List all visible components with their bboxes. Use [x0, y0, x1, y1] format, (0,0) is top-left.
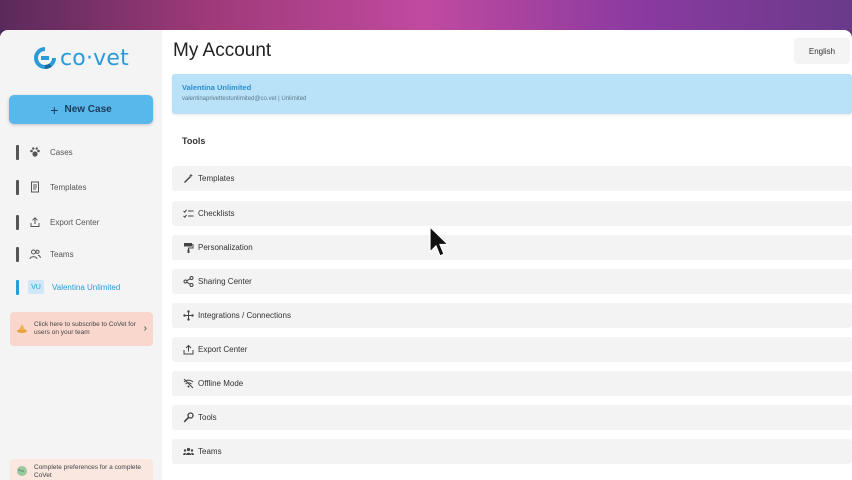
- account-card[interactable]: Valentina Unlimited valentinaprivettestu…: [172, 74, 852, 114]
- paw-icon: [28, 145, 42, 159]
- lamp-icon: [16, 322, 28, 337]
- desktop-background: [0, 0, 852, 30]
- tool-row-teams[interactable]: Teams: [172, 439, 852, 464]
- preferences-promo[interactable]: Complete preferences for a complete CoVe…: [10, 459, 153, 480]
- sidebar-item-account[interactable]: VU Valentina Unlimited: [16, 278, 156, 296]
- subscribe-promo[interactable]: Click here to subscribe to CoVet for use…: [10, 312, 153, 346]
- tool-row-integrations[interactable]: Integrations / Connections: [172, 303, 852, 328]
- tool-label: Sharing Center: [198, 277, 252, 286]
- tool-row-sharing-center[interactable]: Sharing Center: [172, 269, 852, 294]
- export-icon: [182, 344, 194, 356]
- tool-row-offline-mode[interactable]: Offline Mode: [172, 371, 852, 396]
- tool-row-personalization[interactable]: Personalization: [172, 235, 852, 260]
- logo-text: co·vet: [60, 45, 129, 71]
- globe-icon: [16, 465, 28, 480]
- avatar: VU: [28, 280, 44, 294]
- nav-indicator: [16, 214, 19, 230]
- wrench-icon: [182, 412, 194, 424]
- tool-row-checklists[interactable]: Checklists: [172, 201, 852, 226]
- tool-row-export-center[interactable]: Export Center: [172, 337, 852, 362]
- team-icon: [182, 446, 194, 458]
- sidebar-item-label: Teams: [50, 249, 74, 259]
- sidebar-item-label: Valentina Unlimited: [52, 282, 121, 292]
- tool-label: Integrations / Connections: [198, 311, 291, 320]
- sidebar-item-label: Cases: [50, 147, 73, 157]
- checklist-icon: [182, 208, 194, 220]
- connections-icon: [182, 310, 194, 322]
- nav-indicator: [16, 179, 19, 195]
- account-name: Valentina Unlimited: [182, 83, 252, 92]
- sidebar: co·vet + New Case Cases Templates Export…: [0, 30, 162, 480]
- tool-label: Templates: [198, 174, 235, 183]
- covet-logo-icon: [34, 47, 56, 69]
- tool-label: Export Center: [198, 345, 248, 354]
- nav-indicator: [16, 246, 19, 262]
- nav-indicator: [16, 279, 19, 295]
- sidebar-item-label: Export Center: [50, 217, 100, 227]
- tools-section-title: Tools: [182, 136, 206, 146]
- sidebar-item-templates[interactable]: Templates: [16, 178, 156, 196]
- logo[interactable]: co·vet: [34, 44, 129, 72]
- preferences-text: Complete preferences for a complete CoVe…: [34, 464, 141, 479]
- plus-icon: +: [50, 101, 59, 118]
- mouse-cursor-icon: [429, 226, 449, 257]
- users-icon: [28, 247, 42, 261]
- nav-indicator: [16, 144, 19, 160]
- sidebar-item-cases[interactable]: Cases: [16, 143, 156, 161]
- language-selector[interactable]: English: [794, 38, 850, 64]
- wifi-off-icon: [182, 378, 194, 390]
- tool-label: Personalization: [198, 243, 253, 252]
- account-details: valentinaprivettestunlimited@co.vet | Un…: [182, 96, 307, 102]
- main-content: My Account English Valentina Unlimited v…: [162, 30, 852, 480]
- tool-row-tools[interactable]: Tools: [172, 405, 852, 430]
- sidebar-item-label: Templates: [50, 182, 87, 192]
- tool-label: Teams: [198, 447, 222, 456]
- tool-label: Tools: [198, 413, 217, 422]
- share-icon: [182, 276, 194, 288]
- new-case-button[interactable]: + New Case: [9, 95, 153, 124]
- export-icon: [28, 215, 42, 229]
- page-title: My Account: [173, 40, 272, 61]
- sidebar-item-export-center[interactable]: Export Center: [16, 213, 156, 231]
- document-icon: [28, 180, 42, 194]
- new-case-label: New Case: [64, 104, 112, 115]
- app-window: co·vet + New Case Cases Templates Export…: [0, 30, 852, 480]
- promo-text: Click here to subscribe to CoVet for use…: [34, 321, 136, 336]
- chevron-right-icon: ›: [143, 323, 147, 334]
- wand-icon: [182, 173, 194, 185]
- paint-roller-icon: [182, 242, 194, 254]
- tool-label: Offline Mode: [198, 379, 244, 388]
- tool-row-templates[interactable]: Templates: [172, 166, 852, 191]
- tool-label: Checklists: [198, 209, 235, 218]
- sidebar-item-teams[interactable]: Teams: [16, 245, 156, 263]
